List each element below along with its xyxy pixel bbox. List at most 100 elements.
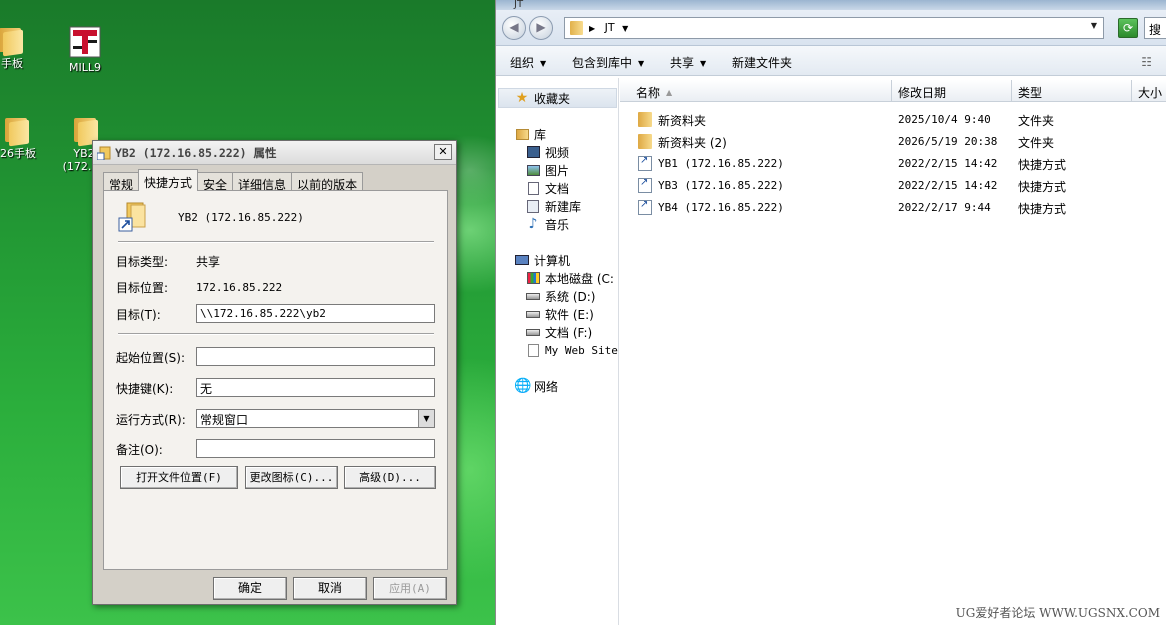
dialog-title: YB2 (172.16.85.222) 属性 bbox=[115, 145, 277, 160]
refresh-button[interactable]: ⟳ bbox=[1118, 18, 1138, 38]
tab-security[interactable]: 安全 bbox=[197, 172, 234, 192]
file-name: YB4 (172.16.85.222) bbox=[658, 201, 784, 214]
folder-icon bbox=[638, 112, 652, 127]
nav-label: 视频 bbox=[545, 145, 570, 160]
file-name: YB3 (172.16.85.222) bbox=[658, 179, 784, 192]
nav-drive-c[interactable]: 本地磁盘 (C: bbox=[525, 269, 614, 287]
tab-general[interactable]: 常规 bbox=[103, 172, 140, 192]
view-options-icon[interactable]: ☷ bbox=[1141, 55, 1152, 69]
nav-lib-pictures[interactable]: 图片 bbox=[525, 161, 569, 179]
close-button[interactable]: ✕ bbox=[434, 144, 452, 160]
column-header-date[interactable]: 修改日期 bbox=[892, 80, 1012, 102]
advanced-button[interactable]: 高级(D)... bbox=[344, 466, 436, 489]
windows-drive-icon bbox=[525, 270, 541, 286]
chevron-down-icon: ▼ bbox=[700, 59, 707, 68]
run-select-value: 常规窗口 bbox=[200, 413, 249, 427]
desktop-icon-mill9[interactable]: MILL9 bbox=[47, 26, 123, 74]
library-icon bbox=[514, 126, 530, 142]
column-header-name[interactable]: 名称 ▲ bbox=[620, 80, 892, 102]
column-header-type[interactable]: 类型 bbox=[1012, 80, 1132, 102]
nav-label: 音乐 bbox=[545, 217, 570, 232]
cancel-button[interactable]: 取消 bbox=[293, 577, 367, 600]
file-row[interactable]: YB4 (172.16.85.222) 2022/2/17 9:44 快捷方式 bbox=[620, 197, 1166, 219]
hotkey-field[interactable]: 无 bbox=[196, 378, 435, 397]
computer-icon bbox=[514, 252, 530, 268]
desktop-icon-label: 手板 bbox=[1, 57, 23, 70]
chevron-down-icon: ▼ bbox=[638, 59, 645, 68]
nav-label: 计算机 bbox=[534, 253, 571, 268]
share-button[interactable]: 共享 ▼ bbox=[670, 54, 706, 71]
file-row[interactable]: YB1 (172.16.85.222) 2022/2/15 14:42 快捷方式 bbox=[620, 153, 1166, 175]
picture-icon bbox=[525, 162, 541, 178]
nav-drive-e[interactable]: 软件 (E:) bbox=[525, 305, 594, 323]
file-date: 2022/2/15 14:42 bbox=[898, 157, 998, 170]
nav-computer[interactable]: 计算机 bbox=[514, 251, 570, 269]
nav-my-web-sites[interactable]: My Web Sites bbox=[525, 341, 618, 359]
include-library-button[interactable]: 包含到库中 ▼ bbox=[572, 54, 644, 71]
new-folder-button[interactable]: 新建文件夹 bbox=[732, 54, 792, 71]
file-type: 快捷方式 bbox=[1018, 202, 1067, 216]
drive-icon bbox=[525, 306, 541, 322]
address-chevron-icon[interactable]: ▼ bbox=[622, 24, 628, 33]
dialog-titlebar[interactable]: YB2 (172.16.85.222) 属性 ✕ bbox=[93, 141, 456, 165]
nav-label: 收藏夹 bbox=[534, 91, 571, 106]
document-icon bbox=[525, 342, 541, 358]
start-in-field[interactable] bbox=[196, 347, 435, 366]
nav-lib-documents[interactable]: 文档 bbox=[525, 179, 569, 197]
nav-label: 软件 (E:) bbox=[545, 307, 594, 322]
target-field[interactable]: \\172.16.85.222\yb2 bbox=[196, 304, 435, 323]
comment-field[interactable] bbox=[196, 439, 435, 458]
file-row[interactable]: 新资料夹 (2) 2026/5/19 20:38 文件夹 bbox=[620, 131, 1166, 153]
forward-button[interactable]: ▶ bbox=[529, 16, 553, 40]
include-library-label: 包含到库中 bbox=[572, 56, 633, 70]
tab-strip: 常规 快捷方式 安全 详细信息 以前的版本 bbox=[103, 169, 364, 192]
nav-lib-music[interactable]: ♪ 音乐 bbox=[525, 215, 569, 233]
back-button[interactable]: ◀ bbox=[502, 16, 526, 40]
nav-label: 文档 bbox=[545, 181, 570, 196]
nav-network[interactable]: 🌐 网络 bbox=[514, 377, 558, 395]
nav-drive-d[interactable]: 系统 (D:) bbox=[525, 287, 595, 305]
address-chevron-icon[interactable]: ▶ bbox=[589, 24, 595, 33]
apply-button[interactable]: 应用(A) bbox=[373, 577, 447, 600]
explorer-window: JT ◀ ▶ ▶ JT ▼ ▼ ⟳ 搜 组织 ▼ 包含到库中 ▼ 共享 ▼ 新建文件夹… bbox=[495, 0, 1166, 625]
target-location-row: 目标位置: 172.16.85.222 bbox=[116, 279, 282, 296]
tab-details[interactable]: 详细信息 bbox=[232, 172, 293, 192]
folder-icon bbox=[0, 28, 27, 57]
nav-lib-videos[interactable]: 视频 bbox=[525, 143, 569, 161]
change-icon-button[interactable]: 更改图标(C)... bbox=[245, 466, 338, 489]
file-date: 2022/2/17 9:44 bbox=[898, 201, 991, 214]
organize-label: 组织 bbox=[510, 56, 535, 70]
file-row[interactable]: YB3 (172.16.85.222) 2022/2/15 14:42 快捷方式 bbox=[620, 175, 1166, 197]
target-location-value: 172.16.85.222 bbox=[196, 281, 283, 294]
target-label: 目标(T): bbox=[116, 308, 161, 322]
column-header-size[interactable]: 大小 bbox=[1132, 80, 1166, 102]
nav-lib-new-library[interactable]: 新建库 bbox=[525, 197, 581, 215]
nav-drive-f[interactable]: 文档 (F:) bbox=[525, 323, 592, 341]
network-icon: 🌐 bbox=[514, 378, 532, 394]
column-label: 大小 bbox=[1138, 86, 1163, 100]
open-file-location-button[interactable]: 打开文件位置(F) bbox=[120, 466, 238, 489]
file-row[interactable]: 新资料夹 2025/10/4 9:40 文件夹 bbox=[620, 109, 1166, 131]
address-input[interactable]: ▶ JT ▼ ▼ bbox=[564, 17, 1104, 39]
desktop-icon-shouban[interactable]: 手板 bbox=[0, 28, 50, 70]
search-input[interactable]: 搜 bbox=[1144, 17, 1166, 39]
nav-libraries[interactable]: 库 bbox=[514, 125, 546, 143]
file-name: 新资料夹 (2) bbox=[658, 136, 727, 150]
nav-label: 新建库 bbox=[545, 199, 582, 214]
chevron-down-icon: ▼ bbox=[540, 59, 547, 68]
nav-favorites[interactable]: ★ 收藏夹 bbox=[514, 89, 570, 107]
explorer-titlebar[interactable]: JT bbox=[496, 0, 1166, 10]
organize-button[interactable]: 组织 ▼ bbox=[510, 54, 546, 71]
share-label: 共享 bbox=[670, 56, 695, 70]
chevron-down-icon[interactable]: ▼ bbox=[418, 410, 434, 427]
target-location-label: 目标位置: bbox=[116, 281, 169, 295]
tab-previous-versions[interactable]: 以前的版本 bbox=[291, 172, 364, 192]
ok-button[interactable]: 确定 bbox=[213, 577, 287, 600]
run-select[interactable]: 常规窗口 ▼ bbox=[196, 409, 435, 428]
address-dropdown-icon[interactable]: ▼ bbox=[1091, 21, 1097, 30]
address-path[interactable]: JT bbox=[605, 21, 615, 34]
target-row: 目标(T): bbox=[116, 306, 196, 323]
tab-shortcut[interactable]: 快捷方式 bbox=[138, 169, 199, 191]
run-row: 运行方式(R): bbox=[116, 411, 196, 428]
mill-app-icon bbox=[69, 26, 101, 58]
